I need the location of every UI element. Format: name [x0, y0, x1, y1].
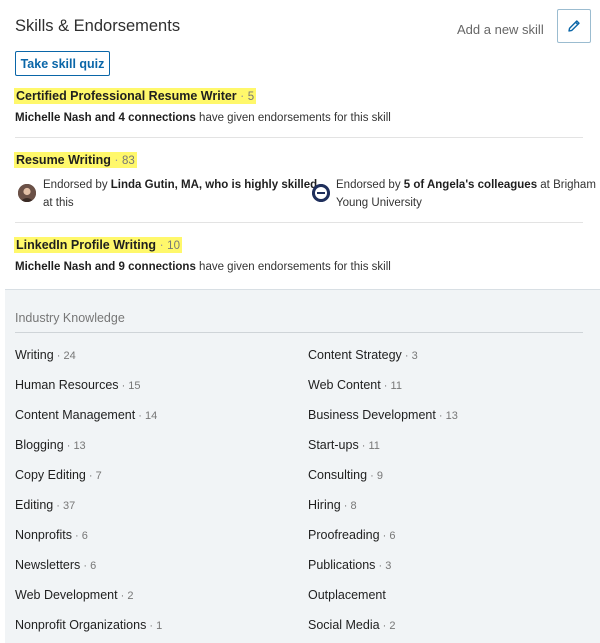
section-title: Skills & Endorsements — [15, 17, 181, 35]
skill-title[interactable]: Certified Professional Resume Writer — [16, 89, 237, 103]
skill-consulting[interactable]: Consulting · 9 — [308, 468, 383, 482]
endorser-names[interactable]: Michelle Nash and 4 connections — [15, 112, 196, 124]
endorser-photo-icon — [18, 184, 36, 202]
endorser-name[interactable]: Linda Gutin, MA, who is highly skilled — [111, 179, 317, 191]
edit-skills-button[interactable] — [557, 9, 591, 43]
skill-outplacement[interactable]: Outplacement — [308, 588, 386, 602]
skill-web-development[interactable]: Web Development · 2 — [15, 588, 134, 602]
skill-social-media[interactable]: Social Media · 2 — [308, 618, 395, 632]
skill-copy-editing[interactable]: Copy Editing · 7 — [15, 468, 102, 482]
skill-title[interactable]: LinkedIn Profile Writing — [16, 238, 156, 252]
endorsement-count[interactable]: 5 — [248, 91, 254, 103]
byu-logo-icon — [312, 184, 330, 202]
skill-title[interactable]: Resume Writing — [16, 153, 111, 167]
skill-blogging[interactable]: Blogging · 13 — [15, 438, 86, 452]
endorsement-count[interactable]: 10 — [167, 240, 180, 252]
skill-item-linkedin-profile-writing[interactable]: LinkedIn Profile Writing · 10 — [14, 237, 182, 253]
skill-editing[interactable]: Editing · 37 — [15, 498, 75, 512]
add-skill-link[interactable]: Add a new skill — [457, 22, 544, 37]
skill-highlight: Resume Writing · 83 — [14, 152, 137, 168]
skill-highlight: Certified Professional Resume Writer · 5 — [14, 88, 257, 104]
skill-hiring[interactable]: Hiring · 8 — [308, 498, 357, 512]
take-skill-quiz-button[interactable]: Take skill quiz — [15, 51, 110, 76]
skill-proofreading[interactable]: Proofreading · 6 — [308, 528, 395, 542]
skill-writing[interactable]: Writing · 24 — [15, 348, 76, 362]
skill-start-ups[interactable]: Start-ups · 11 — [308, 438, 380, 452]
endorsement-count[interactable]: 83 — [122, 155, 135, 167]
skill-business-development[interactable]: Business Development · 13 — [308, 408, 458, 422]
skill-human-resources[interactable]: Human Resources · 15 — [15, 378, 141, 392]
skill-newsletters[interactable]: Newsletters · 6 — [15, 558, 96, 572]
skill-nonprofits[interactable]: Nonprofits · 6 — [15, 528, 88, 542]
skill-content-strategy[interactable]: Content Strategy · 3 — [308, 348, 418, 362]
divider — [15, 137, 583, 138]
skill-content-management[interactable]: Content Management · 14 — [15, 408, 157, 422]
divider — [15, 222, 583, 223]
pencil-icon — [568, 20, 580, 32]
endorsement-summary: Michelle Nash and 4 connections have giv… — [15, 112, 391, 124]
skills-header: Skills & Endorsements Add a new skill — [0, 0, 600, 50]
endorser-names[interactable]: Michelle Nash and 9 connections — [15, 261, 196, 273]
endorser-name[interactable]: 5 of Angela's colleagues — [404, 179, 537, 191]
industry-knowledge-heading: Industry Knowledge — [15, 311, 125, 325]
divider — [15, 332, 583, 333]
skill-highlight: LinkedIn Profile Writing · 10 — [14, 237, 182, 253]
skill-nonprofit-organizations[interactable]: Nonprofit Organizations · 1 — [15, 618, 162, 632]
avatar[interactable] — [18, 184, 36, 202]
endorsement-summary: Michelle Nash and 9 connections have giv… — [15, 261, 391, 273]
endorser-1: Endorsed by Linda Gutin, MA, who is high… — [43, 179, 318, 209]
skill-item-certified-resume-writer[interactable]: Certified Professional Resume Writer · 5 — [14, 88, 257, 104]
endorser-2: Endorsed by 5 of Angela's colleagues at … — [336, 179, 596, 209]
skill-publications[interactable]: Publications · 3 — [308, 558, 391, 572]
skill-web-content[interactable]: Web Content · 11 — [308, 378, 402, 392]
skill-item-resume-writing[interactable]: Resume Writing · 83 — [14, 152, 137, 168]
